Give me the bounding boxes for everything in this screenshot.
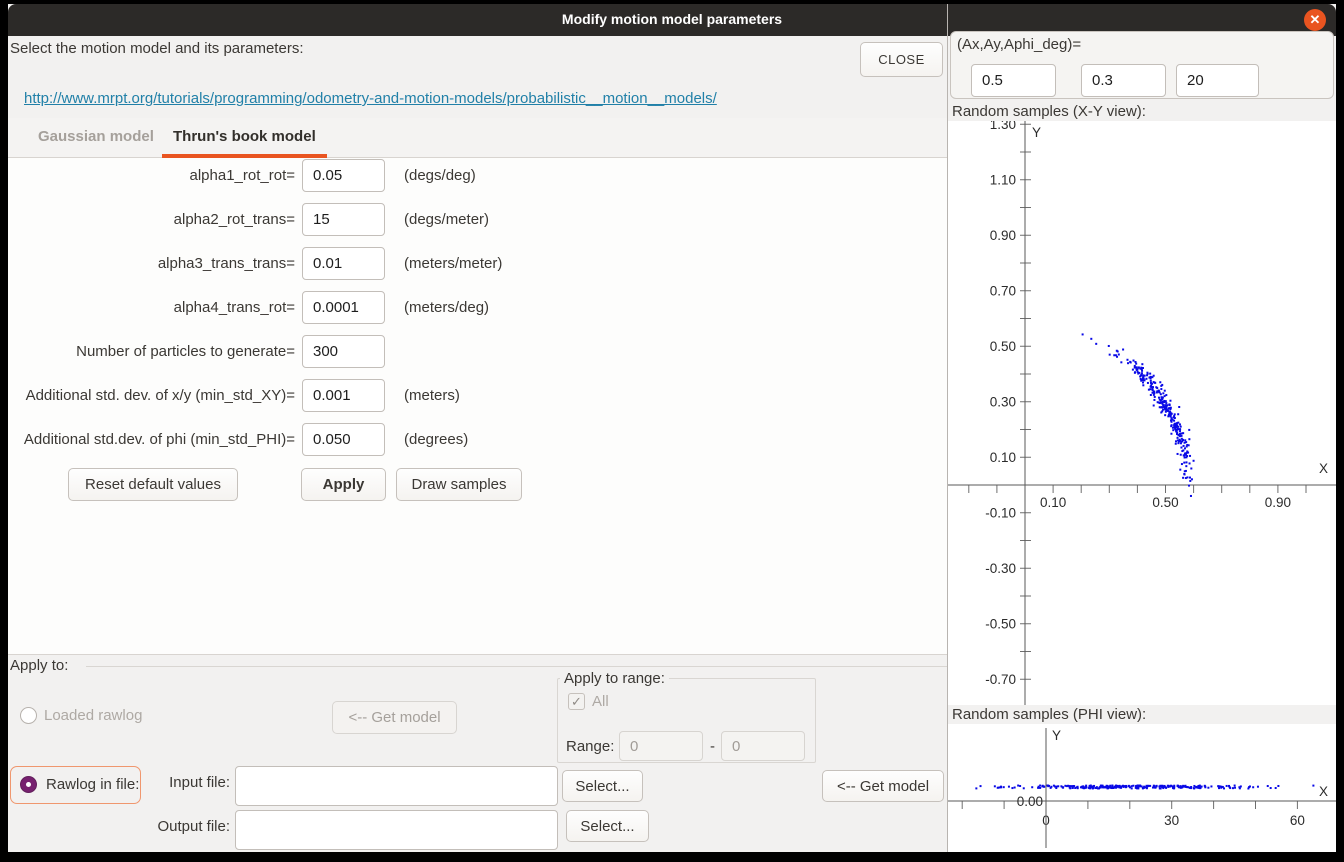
svg-text:1.30: 1.30 [990,121,1016,132]
alpha4-unit: (meters/deg) [404,299,489,316]
range-to-input [721,731,805,761]
tab-bar: Gaussian model Thrun's book model [8,118,947,158]
thrun-model-panel: alpha1_rot_rot= (degs/deg) alpha2_rot_tr… [8,158,947,655]
min-std-phi-unit: (degrees) [404,431,468,448]
input-file-label: Input file: [8,774,230,791]
svg-text:0.90: 0.90 [1265,495,1291,510]
svg-text:-0.70: -0.70 [985,672,1016,687]
alpha2-unit: (degs/meter) [404,211,489,228]
num-particles-input[interactable] [302,335,385,368]
min-std-phi-label: Additional std.dev. of phi (min_std_PHI)… [8,431,295,448]
alpha1-input[interactable] [302,159,385,192]
alpha2-label: alpha2_rot_trans= [8,211,295,228]
tab-thruns-book-model[interactable]: Thrun's book model [173,118,316,158]
output-file-label: Output file: [8,818,230,835]
xy-scatter-svg: 1.30 1.10 0.90 0.70 0.50 0.30 0.10 -0.10 -0.30 -0… [948,121,1336,705]
increment-params-label: (Ax,Ay,Aphi_deg)= [957,36,1081,53]
svg-text:-0.30: -0.30 [985,561,1016,576]
alpha2-input[interactable] [302,203,385,236]
phi-scatter-plot: 030600.00YX [948,724,1336,852]
svg-text:0.30: 0.30 [990,394,1016,409]
svg-text:60: 60 [1290,813,1305,828]
ay-input[interactable] [1081,64,1166,97]
tab-gaussian-model[interactable]: Gaussian model [38,118,154,158]
svg-text:Y: Y [1032,125,1041,140]
apply-to-range-legend: Apply to range: [560,670,669,687]
apply-to-range-group: Apply to range: ✓ All Range: - [557,670,816,763]
all-checkbox-label: All [592,693,609,710]
select-output-file-button[interactable]: Select... [566,810,649,842]
apply-to-group-border [86,666,947,667]
svg-text:Y: Y [1052,728,1061,743]
alpha3-label: alpha3_trans_trans= [8,255,295,272]
num-particles-label: Number of particles to generate= [8,343,295,360]
svg-text:X: X [1319,461,1328,476]
alpha1-label: alpha1_rot_rot= [8,167,295,184]
instruction-text: Select the motion model and its paramete… [10,40,303,57]
draw-samples-button[interactable]: Draw samples [396,468,522,501]
alpha3-unit: (meters/meter) [404,255,502,272]
dialog-window: Modify motion model parameters ✕ Select … [8,4,1336,852]
ax-input[interactable] [971,64,1056,97]
svg-text:0.50: 0.50 [1152,495,1178,510]
min-std-xy-label: Additional std. dev. of x/y (min_std_XY)… [8,387,295,404]
svg-text:0.00: 0.00 [1017,794,1043,809]
svg-text:0.10: 0.10 [1040,495,1066,510]
xy-plot-title: Random samples (X-Y view): [952,103,1146,120]
range-dash: - [710,738,715,755]
phi-scatter-svg: 030600.00YX [948,724,1336,852]
loaded-rawlog-label: Loaded rawlog [44,707,142,724]
get-model-disabled-button: <-- Get model [332,701,457,734]
min-std-phi-input[interactable] [302,423,385,456]
svg-text:1.10: 1.10 [990,172,1016,187]
alpha4-input[interactable] [302,291,385,324]
window-title: Modify motion model parameters [8,11,1336,27]
svg-text:-0.50: -0.50 [985,616,1016,631]
min-std-xy-input[interactable] [302,379,385,412]
all-checkbox[interactable]: ✓ [568,693,585,710]
tutorial-url-link[interactable]: http://www.mrpt.org/tutorials/programmin… [24,90,717,107]
select-input-file-button[interactable]: Select... [562,770,643,802]
alpha4-label: alpha4_trans_rot= [8,299,295,316]
window-close-icon[interactable]: ✕ [1304,9,1326,31]
xy-scatter-plot: 1.30 1.10 0.90 0.70 0.50 0.30 0.10 -0.10 -0.30 -0… [948,121,1336,705]
svg-text:X: X [1319,784,1328,799]
phi-plot-title: Random samples (PHI view): [952,706,1146,723]
svg-text:0.50: 0.50 [990,339,1016,354]
get-model-button[interactable]: <-- Get model [822,770,944,802]
close-dialog-button[interactable]: CLOSE [860,42,943,77]
svg-text:0.70: 0.70 [990,283,1016,298]
apply-button[interactable]: Apply [301,468,386,501]
apply-to-group-label: Apply to: [10,657,68,674]
range-label: Range: [566,738,614,755]
input-file-field[interactable] [235,766,558,806]
increment-params-box: (Ax,Ay,Aphi_deg)= [950,31,1334,99]
svg-text:30: 30 [1164,813,1179,828]
alpha3-input[interactable] [302,247,385,280]
svg-text:0.10: 0.10 [990,450,1016,465]
svg-text:-0.10: -0.10 [985,505,1016,520]
aphi-input[interactable] [1176,64,1259,97]
loaded-rawlog-radio[interactable] [20,707,37,724]
reset-default-values-button[interactable]: Reset default values [68,468,238,501]
range-from-input [619,731,703,761]
svg-text:0.90: 0.90 [990,228,1016,243]
min-std-xy-unit: (meters) [404,387,460,404]
output-file-field[interactable] [235,810,558,850]
alpha1-unit: (degs/deg) [404,167,476,184]
